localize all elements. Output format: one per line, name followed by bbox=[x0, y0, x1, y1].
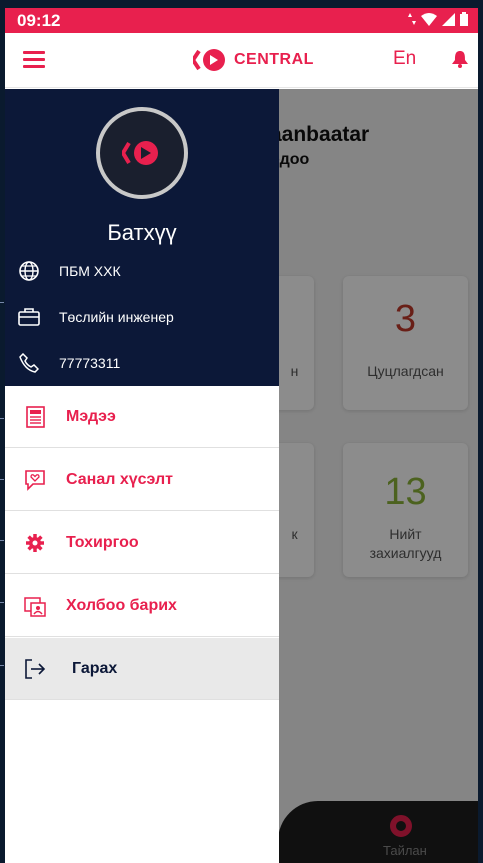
phone-icon bbox=[17, 351, 41, 375]
frame-divider bbox=[0, 540, 4, 541]
logo: CENTRAL bbox=[193, 47, 314, 73]
frame-divider bbox=[0, 302, 4, 303]
navigation-drawer: Батхүү ПБМ ХХК Төслийн инженер 77773311 bbox=[5, 89, 279, 863]
signal-icon bbox=[442, 12, 455, 26]
logo-text: CENTRAL bbox=[234, 51, 314, 68]
battery-icon bbox=[460, 12, 468, 26]
menu-label: Холбоо барих bbox=[66, 596, 177, 614]
contact-icon bbox=[23, 594, 47, 618]
briefcase-icon bbox=[17, 305, 41, 329]
bell-icon[interactable] bbox=[451, 50, 469, 68]
menu-item-logout[interactable]: Гарах bbox=[5, 638, 279, 700]
frame-divider bbox=[0, 665, 4, 666]
menu-label: Санал хүсэлт bbox=[66, 470, 173, 488]
user-name: Батхүү bbox=[107, 220, 177, 245]
drawer-header: Батхүү ПБМ ХХК Төслийн инженер 77773311 bbox=[5, 89, 279, 386]
frame-divider bbox=[0, 479, 4, 480]
company-row: ПБМ ХХК bbox=[17, 259, 121, 283]
app-screen: 09:12 CENTRAL En aanbaatar одоо н 3 Цуцл… bbox=[5, 8, 478, 863]
central-logo-icon bbox=[193, 49, 225, 71]
frame-divider bbox=[0, 418, 4, 419]
status-time: 09:12 bbox=[17, 11, 61, 30]
position-row: Төслийн инженер bbox=[17, 305, 174, 329]
menu-item-news[interactable]: Мэдээ bbox=[5, 386, 279, 448]
feedback-icon bbox=[23, 468, 47, 492]
avatar bbox=[96, 107, 188, 199]
status-bar: 09:12 bbox=[5, 8, 478, 33]
menu-item-settings[interactable]: Тохиргоо bbox=[5, 512, 279, 574]
wifi-icon bbox=[421, 12, 437, 26]
menu-label: Мэдээ bbox=[66, 407, 116, 425]
central-logo-icon bbox=[122, 141, 158, 165]
logout-icon bbox=[23, 657, 47, 681]
menu-item-feedback[interactable]: Санал хүсэлт bbox=[5, 449, 279, 511]
app-bar: CENTRAL En bbox=[5, 33, 478, 88]
position-text: Төслийн инженер bbox=[59, 309, 174, 325]
menu-label: Гарах bbox=[72, 659, 118, 677]
language-toggle[interactable]: En bbox=[393, 48, 416, 70]
hamburger-menu-icon[interactable] bbox=[23, 51, 45, 71]
status-icons bbox=[408, 12, 468, 26]
globe-icon bbox=[17, 259, 41, 283]
data-arrows-icon bbox=[408, 13, 416, 25]
gear-icon bbox=[23, 531, 47, 555]
device-frame: 09:12 CENTRAL En aanbaatar одоо н 3 Цуцл… bbox=[0, 0, 483, 863]
news-icon bbox=[23, 405, 47, 429]
menu-label: Тохиргоо bbox=[66, 533, 139, 551]
phone-text: 77773311 bbox=[59, 355, 121, 371]
company-text: ПБМ ХХК bbox=[59, 263, 121, 279]
frame-divider bbox=[0, 602, 4, 603]
menu-item-contact[interactable]: Холбоо барих bbox=[5, 575, 279, 637]
phone-row: 77773311 bbox=[17, 351, 120, 375]
